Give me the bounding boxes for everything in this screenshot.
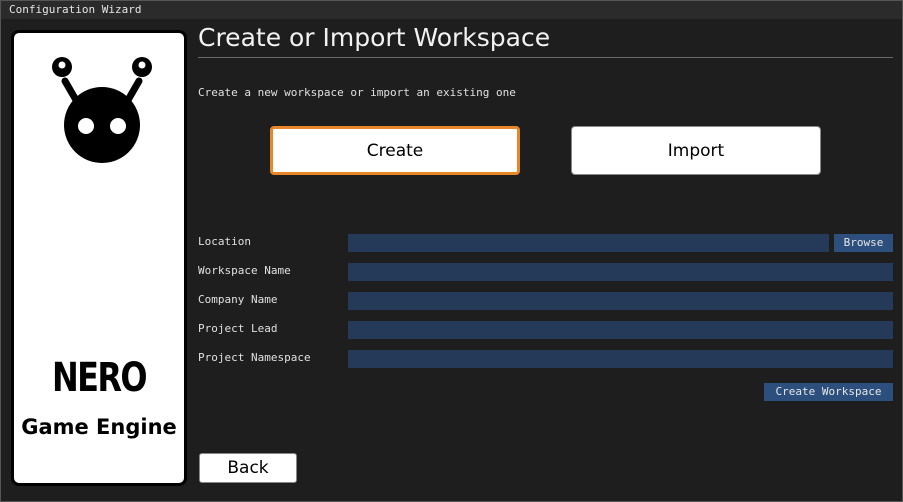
project-namespace-input[interactable]	[348, 350, 893, 368]
create-workspace-button[interactable]: Create Workspace	[764, 383, 893, 401]
brand-name: NERO	[51, 355, 148, 401]
import-mode-button[interactable]: Import	[571, 126, 821, 175]
back-button[interactable]: Back	[199, 453, 297, 483]
branding-panel: NERO Game Engine	[11, 30, 187, 486]
configuration-wizard-window: Configuration Wizard NERO Game Engine Cr…	[0, 0, 903, 502]
project-namespace-label: Project Namespace	[198, 351, 311, 364]
company-name-input[interactable]	[348, 292, 893, 310]
workspace-name-label: Workspace Name	[198, 264, 291, 277]
window-titlebar[interactable]: Configuration Wizard	[1, 1, 902, 19]
title-divider	[198, 57, 893, 58]
page-title: Create or Import Workspace	[198, 23, 551, 52]
location-input[interactable]	[348, 234, 829, 252]
brand-tagline: Game Engine	[21, 415, 177, 439]
company-name-label: Company Name	[198, 293, 278, 306]
project-lead-input[interactable]	[348, 321, 893, 339]
location-label: Location	[198, 235, 251, 248]
create-mode-button[interactable]: Create	[270, 126, 520, 175]
page-subtitle: Create a new workspace or import an exis…	[198, 86, 516, 99]
nero-robot-logo-icon	[52, 57, 152, 163]
project-lead-label: Project Lead	[198, 322, 278, 335]
workspace-name-input[interactable]	[348, 263, 893, 281]
browse-button[interactable]: Browse	[834, 234, 893, 252]
